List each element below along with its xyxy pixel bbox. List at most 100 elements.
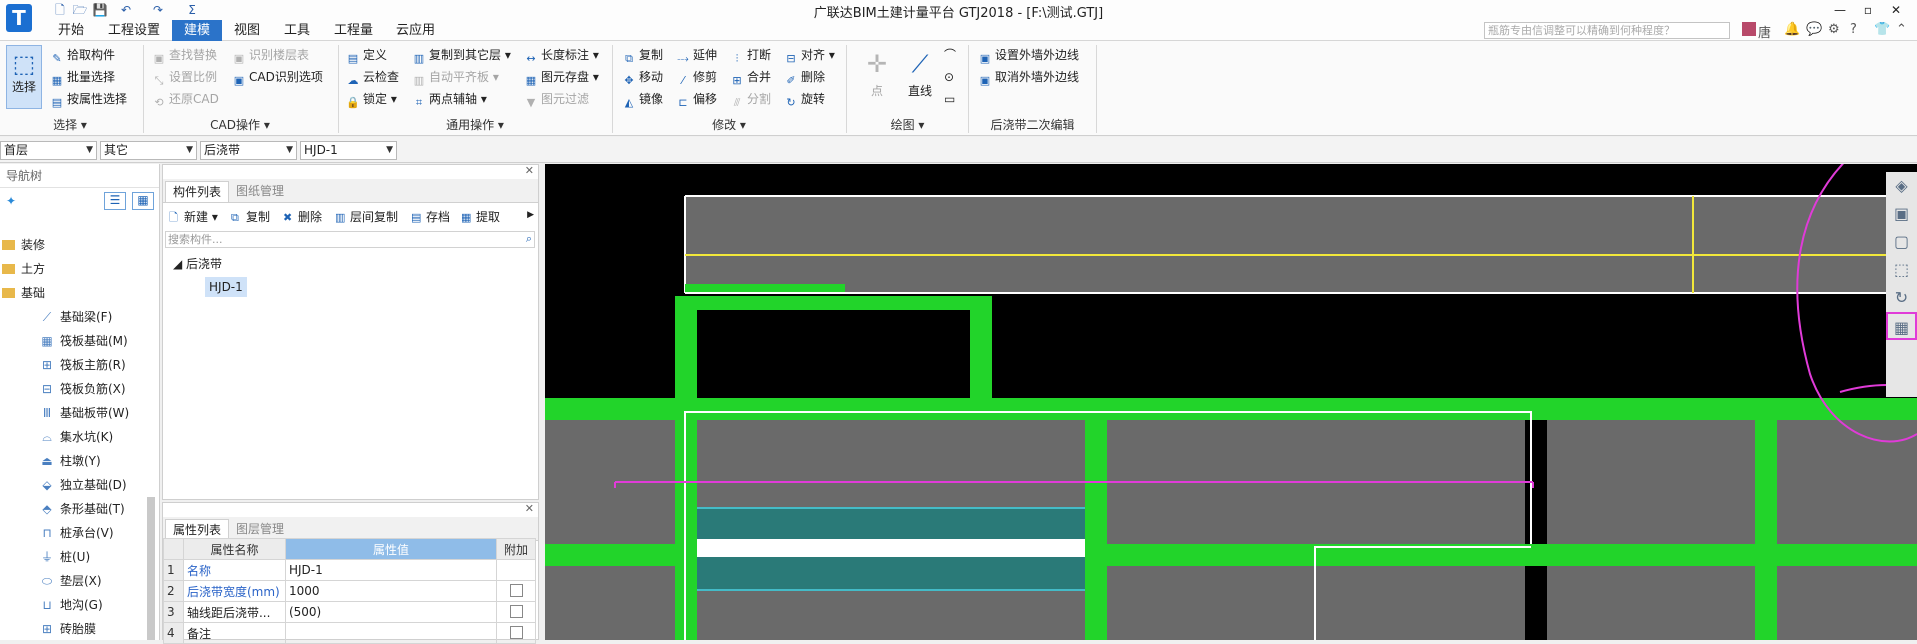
- recognize-floor-table-button[interactable]: ▣ 识别楼层表: [232, 45, 309, 66]
- open-file-icon[interactable]: 🗁: [72, 2, 88, 18]
- table-row[interactable]: 2 后浇带宽度(mm) 1000: [163, 580, 536, 602]
- app-logo[interactable]: T: [6, 4, 32, 32]
- length-dimension-button[interactable]: ↔ 长度标注 ▾: [524, 45, 598, 66]
- circle-tool-icon[interactable]: ⊙: [944, 67, 954, 88]
- nav-item-11[interactable]: ⬭ 垫层(X): [40, 570, 102, 592]
- cad-recognize-options-button[interactable]: ▣ CAD识别选项: [232, 67, 323, 88]
- slab-region[interactable]: [1547, 420, 1755, 545]
- upper-slab[interactable]: [685, 196, 1917, 293]
- restore-icon[interactable]: ▫: [1858, 2, 1878, 18]
- nav-item-4[interactable]: Ⅲ 基础板带(W): [40, 402, 129, 424]
- collapse-icon[interactable]: ⌃: [1896, 22, 1907, 37]
- post-pour-strip[interactable]: [697, 509, 1085, 539]
- close-panel-icon[interactable]: ✕: [525, 502, 534, 515]
- rotate-view-icon[interactable]: ↻: [1886, 284, 1917, 312]
- cancel-exterior-wall-line-button[interactable]: ▣ 取消外墙外边线: [978, 67, 1079, 88]
- nav-item-7[interactable]: ⬙ 独立基础(D): [40, 474, 126, 496]
- new-file-icon[interactable]: 🗋: [52, 2, 68, 18]
- list-view-icon[interactable]: ☰: [104, 192, 126, 210]
- nav-item-0[interactable]: ⟋ 基础梁(F): [40, 306, 112, 328]
- trim-button[interactable]: ⁄ 修剪: [676, 67, 717, 88]
- more-tools-icon[interactable]: ▶: [527, 210, 534, 220]
- find-replace-button[interactable]: ▣ 查找替换: [152, 45, 217, 66]
- property-value[interactable]: [284, 622, 498, 644]
- slab-region[interactable]: [1777, 566, 1917, 640]
- archive-button[interactable]: ▤ 存档: [411, 207, 450, 227]
- table-row[interactable]: 4 备注: [163, 622, 536, 644]
- menu-modeling[interactable]: 建模: [172, 20, 223, 41]
- nav-scrollbar[interactable]: [147, 497, 155, 640]
- copy-component-button[interactable]: ⧉ 复制: [231, 207, 270, 227]
- define-button[interactable]: ▤ 定义: [346, 45, 387, 66]
- split-button[interactable]: ⫻ 分割: [730, 89, 771, 110]
- help-search-input[interactable]: 瓶筋专由信调整可以精确到何种程度？: [1484, 22, 1730, 39]
- avatar[interactable]: [1742, 22, 1756, 36]
- nav-item-3[interactable]: ⊟ 筏板负筋(X): [40, 378, 126, 400]
- select-button[interactable]: ⬚ 选择: [6, 45, 42, 109]
- tab-layer-management[interactable]: 图层管理: [229, 519, 291, 540]
- floor-select[interactable]: 首层 ▼: [0, 141, 97, 160]
- extract-button[interactable]: ▦ 提取: [461, 207, 500, 227]
- gear-icon[interactable]: ⚙: [1828, 22, 1840, 37]
- slab-region[interactable]: [1777, 420, 1917, 545]
- 3d-view-icon[interactable]: ▣: [1886, 200, 1917, 228]
- menu-project-settings[interactable]: 工程设置: [96, 20, 172, 41]
- top-view-icon[interactable]: ▢: [1886, 228, 1917, 256]
- cloud-check-button[interactable]: ☁ 云检查: [346, 67, 400, 88]
- tree-node-selected[interactable]: HJD-1: [205, 277, 247, 297]
- tab-component-list[interactable]: 构件列表: [165, 181, 230, 202]
- table-row[interactable]: 3 轴线距后浇带... (500): [163, 601, 536, 623]
- two-point-axis-button[interactable]: ⌗ 两点辅轴 ▾: [412, 89, 487, 110]
- line-tool-button[interactable]: ⟋ 直线: [900, 45, 940, 105]
- tree-node-postpour[interactable]: ◢ 后浇带: [173, 255, 222, 272]
- nav-item-13[interactable]: ⊞ 砖胎膜: [40, 618, 96, 640]
- selected-post-pour-strip[interactable]: [697, 539, 1085, 557]
- nav-folder-decoration[interactable]: 装修: [2, 234, 45, 256]
- offset-button[interactable]: ⊏ 偏移: [676, 89, 717, 110]
- extra-checkbox[interactable]: [509, 584, 523, 597]
- close-icon[interactable]: ✕: [1886, 2, 1906, 18]
- auto-align-slab-button[interactable]: ▥ 自动平齐板 ▾: [412, 67, 499, 88]
- delete-button[interactable]: ✐ 删除: [784, 67, 825, 88]
- nav-item-5[interactable]: ⌓ 集水坑(K): [40, 426, 113, 448]
- search-icon[interactable]: ⌕: [526, 232, 532, 246]
- help-icon[interactable]: ?: [1850, 22, 1857, 37]
- copy-between-floors-button[interactable]: ▥ 层间复制: [335, 207, 398, 227]
- component-search-input[interactable]: 搜索构件...: [165, 231, 535, 248]
- tab-drawing-management[interactable]: 图纸管理: [229, 181, 291, 202]
- green-wall[interactable]: [970, 296, 992, 406]
- sparkle-icon[interactable]: ✦: [6, 194, 16, 208]
- menu-quantity[interactable]: 工程量: [322, 20, 385, 41]
- nav-folder-foundation[interactable]: 基础: [2, 282, 45, 304]
- element-filter-button[interactable]: ▼ 图元过滤: [524, 89, 589, 110]
- point-tool-button[interactable]: ✛ 点: [860, 45, 894, 105]
- green-wall[interactable]: [1085, 420, 1107, 640]
- select-by-property-button[interactable]: ▤ 按属性选择: [50, 89, 127, 110]
- menu-cloud[interactable]: 云应用: [384, 20, 447, 41]
- nav-item-1[interactable]: ▦ 筏板基础(M): [40, 330, 127, 352]
- slab-region[interactable]: [1547, 566, 1755, 640]
- property-value[interactable]: (500): [284, 601, 498, 623]
- slab-region[interactable]: [545, 566, 675, 640]
- tab-property-list[interactable]: 属性列表: [165, 519, 230, 540]
- green-wall[interactable]: [545, 398, 1917, 420]
- menu-start[interactable]: 开始: [46, 20, 96, 41]
- view-cube-icon[interactable]: ◈: [1886, 172, 1917, 200]
- new-component-button[interactable]: 🗋 新建 ▾: [169, 207, 218, 227]
- green-wall[interactable]: [1755, 420, 1777, 640]
- rotate-button[interactable]: ↻ 旋转: [784, 89, 825, 110]
- chat-icon[interactable]: 💬: [1806, 22, 1822, 37]
- element-save-button[interactable]: ▦ 图元存盘 ▾: [524, 67, 599, 88]
- nav-item-10[interactable]: ⏚ 桩(U): [40, 546, 90, 568]
- bell-icon[interactable]: 🔔: [1784, 22, 1800, 37]
- sum-icon[interactable]: Σ: [184, 2, 200, 18]
- extra-checkbox[interactable]: [509, 605, 523, 618]
- minimize-icon[interactable]: —: [1830, 2, 1850, 18]
- redo-icon[interactable]: ↷: [150, 2, 166, 18]
- property-value[interactable]: HJD-1: [284, 559, 498, 581]
- save-icon[interactable]: 💾: [92, 2, 108, 18]
- rectangle-tool-icon[interactable]: ▭: [944, 89, 955, 110]
- green-wall[interactable]: [685, 284, 845, 292]
- grid-view-icon[interactable]: ▦: [132, 192, 154, 210]
- box-view-icon[interactable]: ⬚: [1886, 256, 1917, 284]
